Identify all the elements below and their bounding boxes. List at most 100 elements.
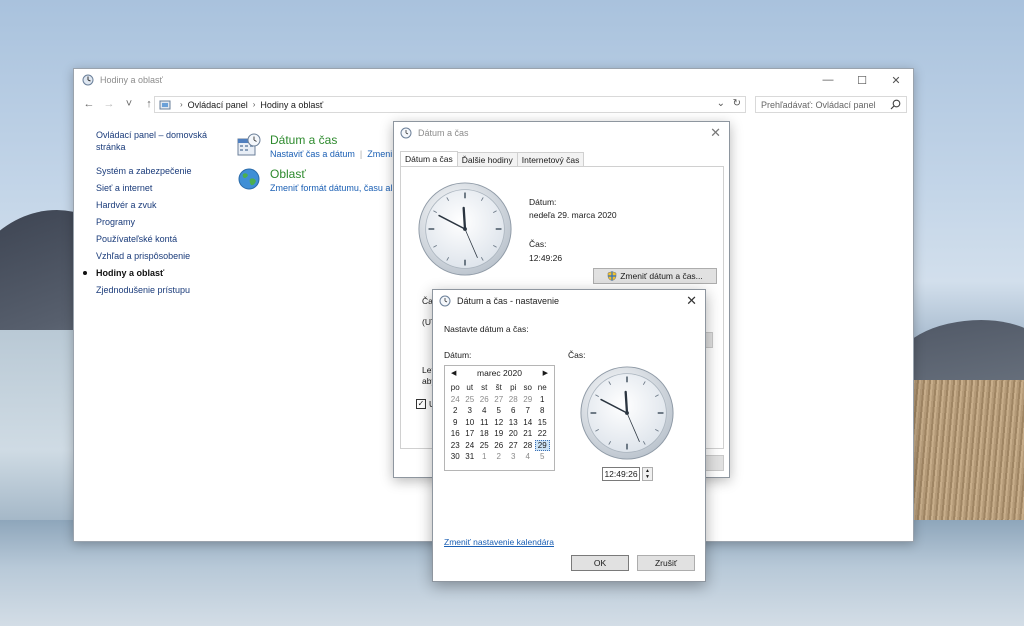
previous-month-icon[interactable]: ◀ [451,366,456,381]
change-date-time-button[interactable]: Zmeniť dátum a čas... [593,268,717,284]
calendar-day[interactable]: 29 [521,394,536,406]
calendar-day[interactable]: 30 [448,451,463,463]
recent-locations-button[interactable]: ˅ [122,98,136,110]
search-icon[interactable] [890,99,901,110]
minimize-button[interactable]: — [811,69,845,91]
chevron-down-icon[interactable]: ⌄ [717,98,725,109]
sidebar-item-ease-of-access[interactable]: Zjednodušenie prístupu [96,284,226,296]
calendar-day[interactable]: 8 [535,405,550,417]
calendar-day[interactable]: 20 [506,428,521,440]
calendar-day[interactable]: 1 [535,394,550,406]
calendar-day[interactable]: 12 [492,417,507,429]
calendar-day[interactable]: 11 [477,417,492,429]
breadcrumb-clock-region[interactable]: Hodiny a oblasť [260,100,323,110]
refresh-icon[interactable]: ↻ [733,98,741,109]
close-icon[interactable]: ✕ [686,293,697,309]
link-set-time-date[interactable]: Nastaviť čas a dátum [270,149,355,159]
address-box[interactable]: › Ovládací panel › Hodiny a oblasť ⌄ ↻ [154,96,746,113]
calendar-day[interactable]: 25 [477,440,492,452]
time-spinner[interactable]: ▲ ▼ [642,467,653,481]
calendar-day[interactable]: 10 [463,417,478,429]
calendar-day[interactable]: 1 [477,451,492,463]
calendar-day[interactable]: 24 [463,440,478,452]
date-value: nedeľa 29. marca 2020 [529,210,617,220]
time-input[interactable]: 12:49:26 [602,467,640,481]
calendar-day[interactable]: 7 [521,405,536,417]
cancel-button[interactable]: Zrušiť [637,555,695,571]
category-title-region[interactable]: Oblasť [270,167,392,182]
ok-button[interactable]: OK [571,555,629,571]
sidebar-home-link[interactable]: Ovládací panel – domovská stránka [96,129,226,153]
window-title: Hodiny a oblasť [100,75,163,85]
sidebar-item-programs[interactable]: Programy [96,216,226,228]
calendar-day[interactable]: 2 [448,405,463,417]
time-label: Čas: [529,239,547,249]
calendar-day[interactable]: 28 [506,394,521,406]
sidebar-item-hardware-sound[interactable]: Hardvér a zvuk [96,199,226,211]
tab-additional-clocks[interactable]: Ďalšie hodiny [456,152,518,167]
calendar-day[interactable]: 5 [492,405,507,417]
calendar-day[interactable]: 19 [492,428,507,440]
link-change-time-zone[interactable]: Zmeni [367,149,392,159]
calendar-day[interactable]: 4 [477,405,492,417]
tab-date-time[interactable]: Dátum a čas [400,151,458,167]
wallpaper-grass [909,380,1024,520]
calendar[interactable]: ◀ marec 2020 ▶ po ut st št pi so ne 24 25… [444,365,555,471]
calendar-day[interactable]: 18 [477,428,492,440]
close-button[interactable]: ✕ [879,69,913,91]
link-divider: | [359,149,363,159]
search-placeholder: Prehľadávať: Ovládací panel [761,99,876,110]
next-month-icon[interactable]: ▶ [543,366,548,381]
category-date-time: Dátum a čas Nastaviť čas a dátum | Zmeni [237,133,392,160]
calendar-day[interactable]: 6 [506,405,521,417]
calendar-day[interactable]: 24 [448,394,463,406]
calendar-day[interactable]: 27 [506,440,521,452]
tab-internet-time[interactable]: Internetový čas [516,152,585,167]
notify-checkbox[interactable]: ✓ [416,399,426,409]
calendar-day[interactable]: 5 [535,451,550,463]
clock-icon [400,127,412,139]
calendar-day[interactable]: 17 [463,428,478,440]
calendar-day[interactable]: 3 [506,451,521,463]
close-icon[interactable]: ✕ [710,125,721,141]
calendar-day[interactable]: 28 [521,440,536,452]
sidebar-item-user-accounts[interactable]: Používateľské kontá [96,233,226,245]
weekday-header: pi [510,383,517,392]
maximize-button[interactable]: ☐ [845,69,879,91]
forward-button[interactable]: → [102,98,116,110]
dialog-titlebar[interactable]: Dátum a čas - nastavenie ✕ [433,290,705,312]
back-button[interactable]: ← [82,98,96,110]
breadcrumb-control-panel[interactable]: Ovládací panel [188,100,248,110]
calendar-day[interactable]: 25 [463,394,478,406]
search-input[interactable]: Prehľadávať: Ovládací panel [755,96,907,113]
calendar-day[interactable]: 22 [535,428,550,440]
calendar-day[interactable]: 27 [492,394,507,406]
category-title-date-time[interactable]: Dátum a čas [270,133,392,148]
weekday-header: št [495,383,502,392]
sidebar-item-clock-region[interactable]: Hodiny a oblasť [83,267,226,279]
globe-icon [238,168,260,190]
uac-shield-icon [607,271,617,281]
calendar-day[interactable]: 2 [492,451,507,463]
calendar-day[interactable]: 4 [521,451,536,463]
calendar-day[interactable]: 21 [521,428,536,440]
calendar-day[interactable]: 3 [463,405,478,417]
calendar-month-title[interactable]: marec 2020 [477,368,522,378]
link-change-date-format[interactable]: Zmeniť formát dátumu, času al [270,183,392,193]
calendar-day[interactable]: 9 [448,417,463,429]
calendar-day[interactable]: 14 [521,417,536,429]
calendar-day[interactable]: 13 [506,417,521,429]
calendar-day[interactable]: 31 [463,451,478,463]
calendar-day[interactable]: 26 [492,440,507,452]
sidebar-item-network[interactable]: Sieť a internet [96,182,226,194]
window-titlebar[interactable]: Hodiny a oblasť — ☐ ✕ [74,69,913,91]
change-calendar-settings-link[interactable]: Zmeniť nastavenie kalendára [444,537,554,547]
calendar-day[interactable]: 16 [448,428,463,440]
calendar-day[interactable]: 15 [535,417,550,429]
sidebar-item-appearance[interactable]: Vzhľad a prispôsobenie [96,250,226,262]
calendar-day[interactable]: 23 [448,440,463,452]
sidebar-item-system-security[interactable]: Systém a zabezpečenie [96,165,226,177]
calendar-day[interactable]: 26 [477,394,492,406]
calendar-day[interactable]: 29 [535,439,550,451]
dialog-titlebar[interactable]: Dátum a čas ✕ [394,122,729,144]
